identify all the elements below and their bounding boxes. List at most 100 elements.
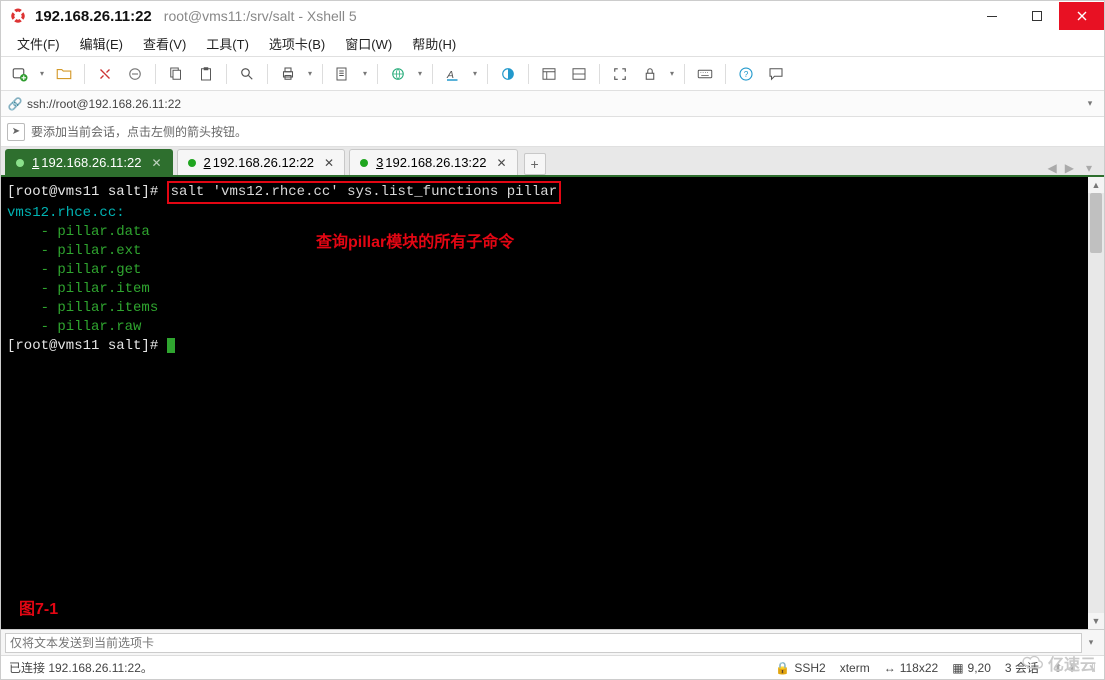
status-term: xterm	[840, 661, 870, 675]
grid-icon: ▦	[952, 661, 963, 675]
session-tab-3[interactable]: 3 192.168.26.13:22 ✕	[349, 149, 518, 175]
menu-tab[interactable]: 选项卡(B)	[261, 32, 333, 55]
svg-text:?: ?	[744, 70, 749, 79]
help-button[interactable]: ?	[733, 61, 759, 87]
tab-nav-arrows[interactable]: ◀▶▾	[1040, 161, 1101, 175]
find-button[interactable]	[234, 61, 260, 87]
terminal-item: - pillar.raw	[7, 319, 141, 335]
font-dd[interactable]: ▾	[470, 69, 480, 78]
tab-label: 192.168.26.12:22	[213, 155, 314, 170]
figure-label: 图7-1	[19, 600, 58, 619]
app-logo-icon	[9, 7, 27, 25]
tab-close-icon[interactable]: ✕	[151, 156, 161, 170]
compose-dropdown[interactable]: ▾	[1082, 637, 1100, 648]
open-button[interactable]	[51, 61, 77, 87]
paste-button[interactable]	[193, 61, 219, 87]
status-dot-icon	[188, 159, 196, 167]
tab-number: 2	[204, 155, 211, 170]
terminal-prompt: [root@vms11 salt]#	[7, 338, 167, 354]
annotation-text: 查询pillar模块的所有子命令	[316, 233, 514, 252]
menu-tools[interactable]: 工具(T)	[198, 32, 257, 55]
maximize-button[interactable]	[1014, 2, 1059, 30]
reconnect-button[interactable]	[92, 61, 118, 87]
toolbar: ▾ ▾ ▾ ▾ A ▾ ▾ ?	[1, 57, 1104, 91]
tab-number: 3	[376, 155, 383, 170]
status-nav[interactable]: ⬆⬇	[1053, 661, 1077, 675]
sessions-panel-button[interactable]	[536, 61, 562, 87]
scroll-down-button[interactable]: ▼	[1088, 613, 1104, 629]
scroll-up-button[interactable]: ▲	[1088, 177, 1104, 193]
compose-bar: ▾	[1, 629, 1104, 655]
minimize-button[interactable]	[969, 2, 1014, 30]
menu-file[interactable]: 文件(F)	[9, 32, 68, 55]
language-button[interactable]	[385, 61, 411, 87]
copy-button[interactable]	[163, 61, 189, 87]
language-dd[interactable]: ▾	[415, 69, 425, 78]
tab-label: 192.168.26.11:22	[41, 155, 141, 170]
terminal-item: - pillar.data	[7, 224, 150, 240]
status-sessions: 3 会话	[1005, 659, 1039, 676]
print-dd[interactable]: ▾	[305, 69, 315, 78]
hint-text: 要添加当前会话，点击左侧的箭头按钮。	[31, 123, 247, 140]
color-scheme-button[interactable]	[495, 61, 521, 87]
status-dot-icon	[360, 159, 368, 167]
menu-bar: 文件(F) 编辑(E) 查看(V) 工具(T) 选项卡(B) 窗口(W) 帮助(…	[1, 31, 1104, 57]
terminal-scrollbar[interactable]: ▲ ▼	[1088, 177, 1104, 629]
address-dropdown[interactable]: ▾	[1082, 98, 1098, 109]
menu-edit[interactable]: 编辑(E)	[72, 32, 131, 55]
session-tab-2[interactable]: 2 192.168.26.12:22 ✕	[177, 149, 346, 175]
tab-label: 192.168.26.13:22	[385, 155, 486, 170]
terminal-cursor	[167, 338, 175, 353]
print-button[interactable]	[275, 61, 301, 87]
status-bar: 已连接 192.168.26.11:22。 🔒SSH2 xterm ↔118x2…	[1, 655, 1104, 679]
status-cursor: ▦9,20	[952, 661, 991, 675]
font-button[interactable]: A	[440, 61, 466, 87]
status-dot-icon	[16, 159, 24, 167]
terminal[interactable]: [root@vms11 salt]# salt 'vms12.rhce.cc' …	[1, 177, 1088, 629]
properties-dd[interactable]: ▾	[360, 69, 370, 78]
lock-dd[interactable]: ▾	[667, 69, 677, 78]
terminal-prompt: [root@vms11 salt]#	[7, 184, 167, 200]
xshell-window: 192.168.26.11:22 root@vms11:/srv/salt - …	[0, 0, 1105, 680]
compose-input[interactable]	[5, 633, 1082, 653]
lock-icon: 🔒	[775, 661, 790, 675]
svg-text:A: A	[446, 68, 454, 80]
keymap-button[interactable]	[692, 61, 718, 87]
terminal-item: - pillar.ext	[7, 243, 141, 259]
status-proto: 🔒SSH2	[775, 661, 825, 675]
titlebar: 192.168.26.11:22 root@vms11:/srv/salt - …	[1, 1, 1104, 31]
lock-button[interactable]	[637, 61, 663, 87]
terminal-item: - pillar.item	[7, 281, 150, 297]
title-host: 192.168.26.11:22	[35, 8, 152, 25]
disconnect-button[interactable]	[122, 61, 148, 87]
status-connected: 已连接 192.168.26.11:22。	[9, 659, 153, 676]
hint-bar: ➤ 要添加当前会话，点击左侧的箭头按钮。	[1, 117, 1104, 147]
new-session-dd[interactable]: ▾	[37, 69, 47, 78]
highlighted-command: salt 'vms12.rhce.cc' sys.list_functions …	[167, 181, 561, 204]
add-tab-button[interactable]: +	[524, 153, 546, 175]
terminal-item: - pillar.get	[7, 262, 141, 278]
tunneling-button[interactable]	[566, 61, 592, 87]
new-session-button[interactable]	[7, 61, 33, 87]
menu-help[interactable]: 帮助(H)	[404, 32, 464, 55]
address-value[interactable]: ssh://root@192.168.26.11:22	[23, 97, 1082, 111]
close-button[interactable]	[1059, 2, 1104, 30]
scroll-track[interactable]	[1088, 193, 1104, 613]
fullscreen-button[interactable]	[607, 61, 633, 87]
resize-icon: ↔	[884, 661, 896, 675]
add-session-arrow-button[interactable]: ➤	[7, 123, 25, 141]
address-bar: 🔗 ssh://root@192.168.26.11:22 ▾	[1, 91, 1104, 117]
session-tab-1[interactable]: 1 192.168.26.11:22 ✕	[5, 149, 173, 175]
session-tabbar: 1 192.168.26.11:22 ✕ 2 192.168.26.12:22 …	[1, 147, 1104, 177]
title-path: root@vms11:/srv/salt - Xshell 5	[164, 8, 357, 24]
menu-window[interactable]: 窗口(W)	[337, 32, 400, 55]
menu-view[interactable]: 查看(V)	[135, 32, 194, 55]
tab-close-icon[interactable]: ✕	[324, 156, 334, 170]
terminal-area: [root@vms11 salt]# salt 'vms12.rhce.cc' …	[1, 177, 1104, 629]
status-size: ↔118x22	[884, 661, 938, 675]
terminal-minion: vms12.rhce.cc:	[7, 205, 125, 221]
feedback-button[interactable]	[763, 61, 789, 87]
scroll-thumb[interactable]	[1090, 193, 1102, 253]
tab-close-icon[interactable]: ✕	[497, 156, 507, 170]
properties-button[interactable]	[330, 61, 356, 87]
